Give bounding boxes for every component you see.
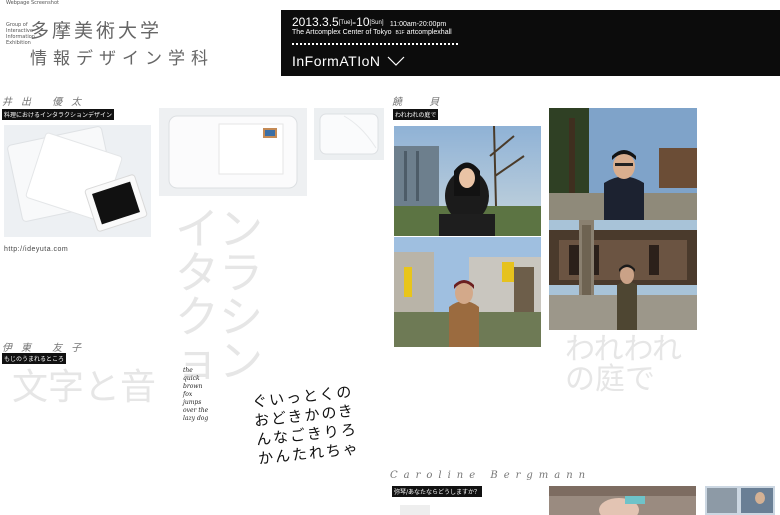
venue-hall: artcomplexhall [406,29,452,36]
opening-hours: 11:00am-20:00pm [389,21,447,28]
date-start: 2013.3.5 [292,15,339,29]
artwork-photo[interactable] [394,126,541,236]
exhibition-dates: 2013.3.5[Tue]-10[Sun] 11:00am-20:00pm [292,15,446,29]
artist-name[interactable]: 井出 優太 [2,93,90,108]
ghost-text-ito: 文字と音 [12,367,157,408]
ghost-text-rao: われわれの庭で [565,332,682,397]
logo-line-2: 情報デザイン学科 [30,49,214,69]
artwork-photo[interactable] [549,108,697,220]
artwork-photo[interactable] [4,125,151,237]
date-end: -10 [352,15,370,29]
work-title[interactable]: 弥琴/あなたならどうしますか？ [392,486,483,497]
day-start: [Tue] [338,19,353,26]
artwork-photo[interactable] [705,486,775,515]
logo-line-1: 多摩美術大学 [30,20,163,42]
artwork-photo[interactable] [549,486,696,515]
artist-name[interactable]: 伊東 友子 [2,339,90,354]
work-title[interactable]: われわれの庭で [393,109,439,120]
information-button[interactable]: InFormATIoN [292,53,405,69]
artwork-photo[interactable] [314,108,384,160]
information-label: InFormATIoN [292,53,381,69]
venue: The Artcomplex Center of Tokyo B1F artco… [292,29,452,36]
work-thumbnail[interactable] [400,505,430,515]
artwork-photo[interactable] [394,237,541,347]
chevron-down-icon [388,56,405,66]
ghost-text-ide: インタラクション [175,204,263,387]
artist-name[interactable]: Caroline Bergmann [390,470,591,481]
venue-floor: B1F [395,30,405,36]
venue-name: The Artcomplex Center of Tokyo [292,29,392,36]
calligraphy-artwork[interactable]: ぐいっとくのおどきかのきんなごきりろかんたれちゃ [251,381,373,469]
work-title[interactable]: もじのうまれるところ [2,353,67,364]
information-panel: 2013.3.5[Tue]-10[Sun] 11:00am-20:00pm Th… [281,10,780,76]
work-title[interactable]: 料理におけるインタラクションデザイン [2,109,115,120]
day-end: [Sun] [369,19,384,26]
screenshot-caption: Webpage Screenshot [6,0,59,6]
artist-website-link[interactable]: http://ideyuta.com [4,246,68,253]
handwritten-sketch[interactable]: the quick brown fox jumps over the lazy … [183,367,211,423]
artwork-photo[interactable] [549,220,697,330]
artwork-photo[interactable] [159,108,307,196]
dotted-divider [292,43,458,45]
artist-name[interactable]: 饒 貝 [392,93,451,108]
